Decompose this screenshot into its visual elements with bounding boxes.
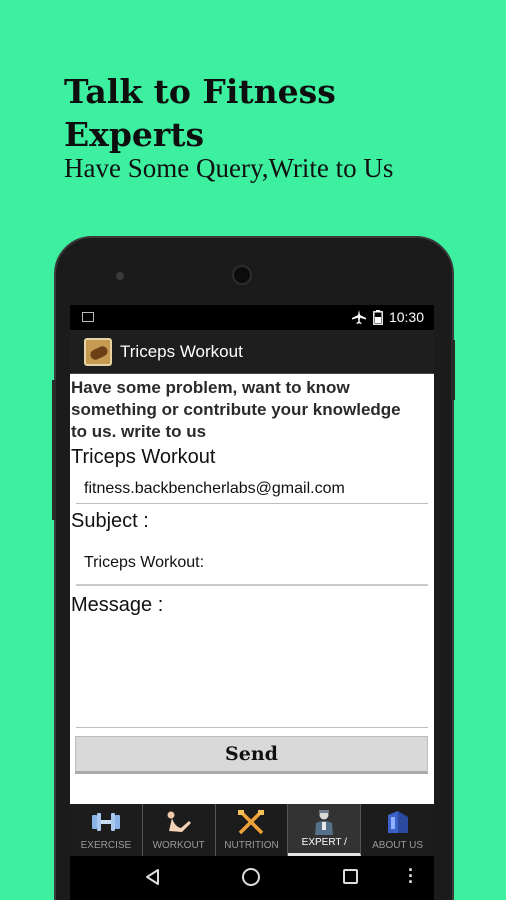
battery-icon — [373, 309, 383, 325]
tab-workout[interactable]: WORKOUT — [143, 804, 216, 856]
phone-power-button — [451, 340, 455, 400]
tab-expert[interactable]: EXPERT / — [288, 804, 362, 856]
tab-label: ABOUT US — [372, 840, 424, 851]
speaker-icon — [232, 265, 252, 285]
action-bar-title: Triceps Workout — [120, 342, 243, 361]
tab-label: WORKOUT — [152, 840, 205, 851]
overflow-menu-icon[interactable]: · · · — [408, 861, 414, 891]
back-icon[interactable] — [144, 868, 162, 886]
tab-label: EXPERT / — [301, 837, 347, 848]
status-time: 10:30 — [388, 309, 424, 325]
action-bar: Triceps Workout — [70, 330, 434, 374]
situp-icon — [167, 811, 191, 832]
about-icon — [387, 811, 408, 833]
message-label: Message : — [71, 594, 164, 616]
app-logo-icon[interactable] — [84, 338, 112, 366]
tab-label: NUTRITION — [224, 840, 279, 851]
fork-knife-icon — [238, 809, 265, 835]
email-field[interactable]: fitness.backbencherlabs@gmail.com — [76, 478, 428, 504]
expert-icon — [315, 810, 334, 835]
promo-subtitle: Have Some Query,Write to Us — [64, 153, 394, 183]
send-button[interactable]: Send — [75, 736, 428, 774]
contact-form: Have some problem, want to know somethin… — [70, 374, 434, 804]
camera-icon — [116, 272, 124, 280]
to-label: Triceps Workout — [71, 446, 216, 468]
message-input[interactable] — [76, 624, 428, 728]
recent-apps-icon[interactable] — [343, 869, 358, 884]
phone-side-button — [52, 380, 56, 520]
tab-exercise[interactable]: EXERCISE — [70, 804, 143, 856]
intro-text: Have some problem, want to know somethin… — [71, 378, 401, 441]
bottom-tab-bar: EXERCISE WORKOUT NUTRITION EXPERT / ABOU… — [70, 804, 434, 856]
dumbbell-icon — [91, 813, 120, 831]
home-icon[interactable] — [242, 868, 260, 886]
image-notification-icon — [82, 312, 94, 322]
status-right: 10:30 — [351, 309, 424, 325]
tab-nutrition[interactable]: NUTRITION — [216, 804, 289, 856]
tab-label: EXERCISE — [80, 840, 132, 851]
phone-screen: 10:30 Triceps Workout Have some problem,… — [70, 305, 434, 900]
system-nav-bar: · · · — [70, 856, 434, 900]
subject-input[interactable]: Triceps Workout: — [76, 552, 428, 586]
status-bar: 10:30 — [70, 305, 434, 330]
subject-label: Subject : — [71, 510, 149, 532]
tab-about-us[interactable]: ABOUT US — [361, 804, 434, 856]
airplane-icon — [351, 310, 366, 324]
promo-title: Talk to Fitness Experts — [64, 72, 336, 154]
